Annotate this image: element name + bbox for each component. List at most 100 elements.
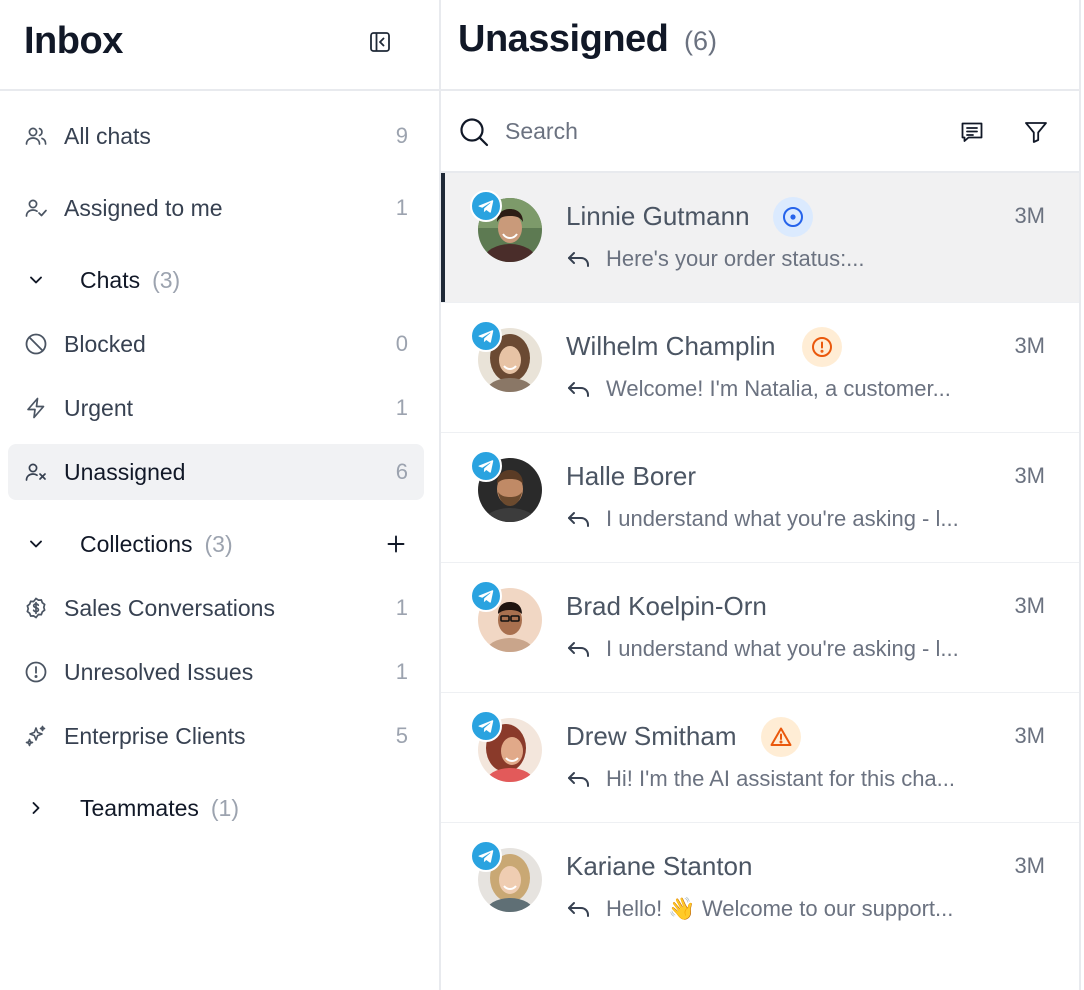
conversation-preview: I understand what you're asking - l... [606, 636, 959, 661]
sidebar-title: Inbox [24, 20, 123, 62]
sidebar-item-sales-conversations[interactable]: Sales Conversations 1 [8, 580, 424, 636]
sidebar-item-label: Enterprise Clients [64, 722, 246, 749]
sidebar-item-label: Blocked [64, 330, 146, 357]
sidebar-item-enterprise-clients[interactable]: Enterprise Clients 5 [8, 708, 424, 764]
conversation-item[interactable]: Halle Borer 3M I understand what you're … [441, 433, 1079, 563]
urgent-status-icon [802, 327, 842, 367]
lightning-icon [23, 395, 49, 421]
message-square-icon [961, 122, 983, 142]
conversation-preview: Welcome! I'm Natalia, a customer... [606, 376, 951, 401]
sidebar-item-label: Unassigned [64, 458, 186, 485]
sidebar-item-label: Sales Conversations [64, 594, 275, 621]
collapse-sidebar-button[interactable] [366, 28, 394, 56]
conversation-time: 3M [1014, 463, 1045, 488]
main-header: Unassigned (6) [441, 0, 1079, 91]
reply-icon [568, 512, 589, 527]
conversation-time: 3M [1014, 593, 1045, 618]
chevron-right-icon [24, 796, 48, 820]
sidebar-item-all-chats[interactable]: All chats 9 [8, 108, 424, 164]
conversation-name: Kariane Stanton [566, 851, 753, 881]
sidebar-item-count: 9 [395, 123, 408, 148]
sidebar-item-label: Urgent [64, 394, 134, 421]
section-collections-count: (3) [204, 530, 233, 557]
sidebar-item-count: 1 [395, 595, 408, 620]
conversation-item[interactable]: Brad Koelpin-Orn 3M I understand what yo… [441, 563, 1079, 693]
search-bar [441, 91, 1079, 173]
sidebar-collapse-icon [370, 32, 390, 52]
section-collections[interactable]: Collections (3) [8, 516, 424, 572]
conversation-item[interactable]: Kariane Stanton 3M Hello! 👋 Welcome to o… [441, 823, 1079, 953]
conversation-list: Linnie Gutmann 3M Here's your order stat… [441, 173, 1079, 953]
sidebar-item-unassigned[interactable]: Unassigned 6 [8, 444, 424, 500]
conversation-preview: Here's your order status:... [606, 246, 865, 271]
conversation-name: Halle Borer [566, 461, 697, 491]
reply-icon [568, 642, 589, 657]
sidebar-item-count: 1 [395, 195, 408, 220]
sidebar-item-urgent[interactable]: Urgent 1 [8, 380, 424, 436]
reply-icon [568, 382, 589, 397]
section-label: Chats (3) [80, 267, 180, 294]
sparkles-icon [23, 723, 49, 749]
conversation-item[interactable]: Linnie Gutmann 3M Here's your order stat… [441, 173, 1079, 303]
section-collections-label: Collections [80, 530, 193, 557]
section-chats[interactable]: Chats (3) [8, 252, 424, 308]
filter-button[interactable] [1021, 117, 1051, 147]
page-title: Unassigned [458, 18, 669, 60]
telegram-icon [470, 320, 502, 352]
section-label: Collections (3) [80, 531, 233, 558]
sidebar-item-unresolved-issues[interactable]: Unresolved Issues 1 [8, 644, 424, 700]
section-teammates-label: Teammates [80, 794, 199, 821]
conversation-time: 3M [1014, 333, 1045, 358]
conversation-preview: I understand what you're asking - l... [606, 506, 959, 531]
conversation-preview: Hello! 👋 Welcome to our support... [606, 896, 954, 921]
section-teammates-count: (1) [210, 794, 239, 821]
message-templates-button[interactable] [957, 117, 987, 147]
telegram-icon [470, 710, 502, 742]
search-icon [460, 118, 489, 147]
telegram-icon [470, 190, 502, 222]
conversation-time: 3M [1014, 203, 1045, 228]
conversation-preview: Hi! I'm the AI assistant for this cha... [606, 766, 956, 791]
section-teammates[interactable]: Teammates (1) [8, 780, 424, 836]
inbox-sidebar: Inbox All chats 9 Assigned to me 1 Chats… [0, 0, 441, 990]
sidebar-item-count: 0 [395, 331, 408, 356]
chevron-down-icon [24, 268, 48, 292]
conversation-item[interactable]: Drew Smitham 3M Hi! I'm the AI assistant… [441, 693, 1079, 823]
sidebar-item-label: All chats [64, 122, 151, 149]
add-collection-button[interactable] [382, 530, 410, 558]
conversation-item[interactable]: Wilhelm Champlin 3M Welcome! I'm Natalia… [441, 303, 1079, 433]
conversation-time: 3M [1014, 853, 1045, 878]
alert-circle-icon [23, 659, 49, 685]
telegram-icon [470, 840, 502, 872]
conversation-time: 3M [1014, 723, 1045, 748]
user-check-icon [23, 195, 49, 221]
section-chats-count: (3) [152, 266, 181, 293]
section-label: Teammates (1) [80, 795, 239, 822]
reply-icon [568, 252, 589, 267]
sidebar-item-label: Assigned to me [64, 194, 223, 221]
active-status-icon [773, 197, 813, 237]
conversation-name: Brad Koelpin-Orn [566, 591, 767, 621]
reply-icon [568, 902, 589, 917]
conversation-name: Drew Smitham [566, 721, 737, 751]
sidebar-item-assigned-to-me[interactable]: Assigned to me 1 [8, 180, 424, 236]
sidebar-item-count: 1 [395, 659, 408, 684]
sidebar-item-count: 6 [395, 459, 408, 484]
sidebar-header: Inbox [0, 0, 439, 91]
section-chats-label: Chats [80, 266, 141, 293]
telegram-icon [470, 580, 502, 612]
search-input[interactable] [505, 111, 925, 151]
plus-icon [387, 535, 405, 553]
sidebar-item-count: 1 [395, 395, 408, 420]
conversation-name: Wilhelm Champlin [566, 331, 776, 361]
chevron-down-icon [24, 532, 48, 556]
warning-status-icon [761, 717, 801, 757]
sidebar-item-label: Unresolved Issues [64, 658, 254, 685]
filter-icon [1025, 122, 1047, 143]
page-title-count: (6) [684, 26, 717, 56]
sidebar-item-count: 5 [395, 723, 408, 748]
blocked-icon [23, 331, 49, 357]
conversation-list-panel: Unassigned (6) Linnie Gutmann 3M H [441, 0, 1081, 990]
sidebar-item-blocked[interactable]: Blocked 0 [8, 316, 424, 372]
users-icon [23, 123, 49, 149]
